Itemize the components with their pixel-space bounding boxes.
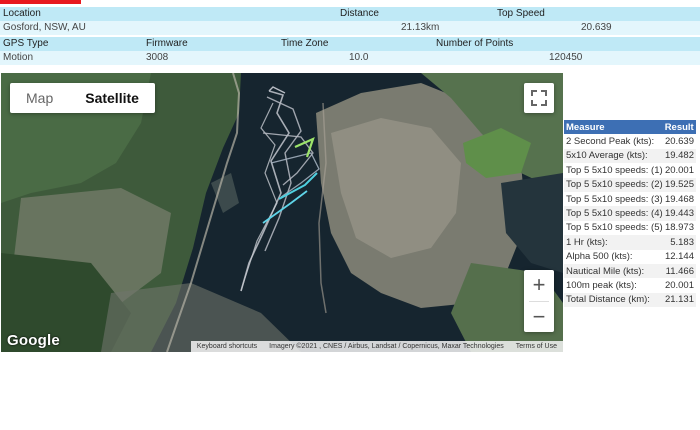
- accent-bar: [0, 0, 81, 4]
- zoom-control: + −: [524, 270, 554, 332]
- gps-type-label: GPS Type: [3, 38, 49, 49]
- measure-result: 19.525: [662, 177, 696, 192]
- stats-header-row: Measure Result: [564, 120, 696, 135]
- time-zone-label: Time Zone: [281, 38, 329, 49]
- info-header-row-2: GPS Type Firmware Time Zone Number of Po…: [0, 37, 700, 51]
- map-attribution-bar: Keyboard shortcuts Imagery ©2021 , CNES …: [190, 341, 563, 352]
- google-logo: Google: [7, 332, 60, 349]
- session-info-table: Location Distance Top Speed Gosford, NSW…: [0, 7, 700, 65]
- stats-table: Measure Result 2 Second Peak (kts): 20.63…: [564, 120, 696, 308]
- measure-name: Alpha 500 (kts):: [566, 251, 633, 263]
- info-value-row-2: Motion 3008 10.0 120450: [0, 51, 700, 65]
- measure-result: 11.466: [662, 263, 696, 279]
- satellite-tab[interactable]: Satellite: [69, 83, 155, 113]
- measure-name: 100m peak (kts):: [566, 279, 637, 291]
- info-header-row-1: Location Distance Top Speed: [0, 7, 700, 21]
- num-points-value: 120450: [549, 52, 583, 63]
- time-zone-value: 10.0: [349, 52, 369, 63]
- measure-name: Top 5 5x10 speeds: (4): [564, 206, 663, 221]
- stats-row: Total Distance (km): 21.131: [564, 292, 696, 308]
- measure-name: Top 5 5x10 speeds: (1): [566, 164, 663, 176]
- gps-track-overlay: [240, 86, 320, 292]
- stats-row: Top 5 5x10 speeds: (3) 19.468: [564, 192, 696, 206]
- stats-row: Top 5 5x10 speeds: (5) 18.973: [564, 221, 696, 235]
- measure-result: 12.144: [664, 251, 694, 263]
- distance-label: Distance: [340, 8, 379, 19]
- keyboard-shortcuts-link[interactable]: Keyboard shortcuts: [191, 341, 263, 352]
- fullscreen-button[interactable]: [524, 83, 554, 113]
- info-value-row-1: Gosford, NSW, AU 21.13km 20.639: [0, 21, 700, 35]
- stats-row: Alpha 500 (kts): 12.144: [564, 250, 696, 264]
- measure-name: 2 Second Peak (kts):: [566, 136, 655, 148]
- gps-type-value: Motion: [3, 52, 34, 63]
- measure-name: Top 5 5x10 speeds: (5): [566, 222, 663, 234]
- measure-result: 21.131: [662, 292, 696, 308]
- measure-result: 19.468: [664, 193, 694, 205]
- stats-row: 100m peak (kts): 20.001: [564, 278, 696, 292]
- measure-name: Top 5 5x10 speeds: (3): [566, 193, 663, 205]
- measure-result: 20.001: [664, 279, 694, 291]
- measure-name: Top 5 5x10 speeds: (2): [564, 177, 663, 192]
- measure-result: 20.639: [664, 136, 694, 148]
- top-speed-value: 20.639: [581, 22, 612, 33]
- measure-name: Total Distance (km):: [564, 292, 663, 308]
- firmware-value: 3008: [146, 52, 169, 63]
- stats-row: 2 Second Peak (kts): 20.639: [564, 134, 696, 148]
- stats-row: 5x10 Average (kts): 19.482: [564, 148, 696, 164]
- location-label: Location: [3, 8, 41, 19]
- stats-row: Top 5 5x10 speeds: (4) 19.443: [564, 206, 696, 221]
- measure-name: 1 Hr (kts):: [564, 235, 663, 250]
- satellite-map[interactable]: Map Satellite + − Google Keyboard shortc…: [1, 73, 563, 352]
- num-points-label: Number of Points: [436, 38, 514, 49]
- fullscreen-icon: [531, 90, 547, 106]
- stats-row: Nautical Mile (kts): 11.466: [564, 263, 696, 279]
- measure-result: 5.183: [662, 235, 696, 250]
- zoom-out-button[interactable]: −: [524, 302, 554, 332]
- measure-result: 19.482: [662, 148, 696, 164]
- stats-row: 1 Hr (kts): 5.183: [564, 235, 696, 250]
- zoom-in-button[interactable]: +: [524, 270, 554, 300]
- measure-name: Nautical Mile (kts):: [564, 263, 663, 279]
- top-speed-label: Top Speed: [497, 8, 545, 19]
- result-header: Result: [662, 120, 696, 135]
- distance-value: 21.13km: [401, 22, 440, 33]
- map-tab[interactable]: Map: [10, 83, 69, 113]
- measure-result: 18.973: [664, 222, 694, 234]
- imagery-credit: Imagery ©2021 , CNES / Airbus, Landsat /…: [269, 343, 504, 350]
- firmware-label: Firmware: [146, 38, 188, 49]
- measure-name: 5x10 Average (kts):: [564, 148, 663, 164]
- stats-row: Top 5 5x10 speeds: (2) 19.525: [564, 177, 696, 192]
- terms-of-use-link[interactable]: Terms of Use: [510, 341, 563, 352]
- stats-row: Top 5 5x10 speeds: (1) 20.001: [564, 163, 696, 177]
- map-type-control: Map Satellite: [10, 83, 155, 113]
- measure-header: Measure: [564, 120, 663, 135]
- location-value: Gosford, NSW, AU: [3, 22, 86, 33]
- measure-result: 19.443: [662, 206, 696, 221]
- measure-result: 20.001: [664, 164, 694, 176]
